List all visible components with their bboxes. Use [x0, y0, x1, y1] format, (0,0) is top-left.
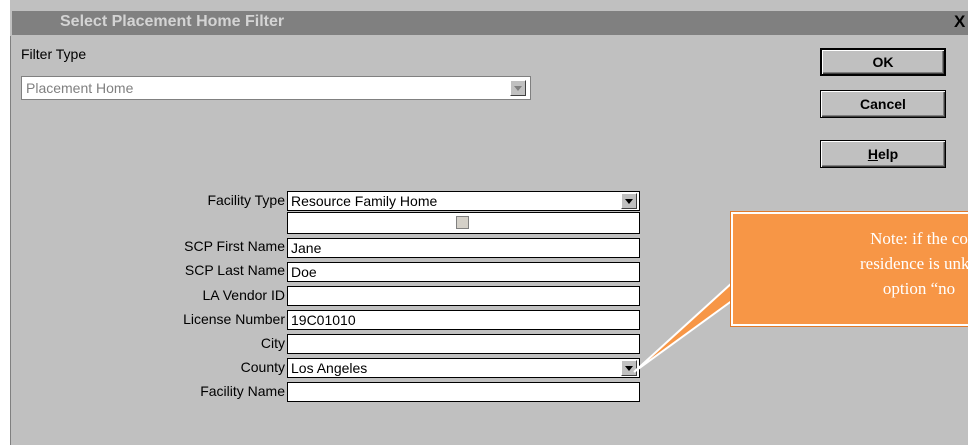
license-number-value: 19C01010	[291, 312, 356, 328]
city-field[interactable]	[287, 334, 640, 354]
license-number-field[interactable]: 19C01010	[287, 310, 640, 330]
county-value: Los Angeles	[291, 360, 368, 376]
chevron-down-icon[interactable]	[621, 360, 637, 376]
facility-type-label: Facility Type	[207, 192, 285, 208]
scp-first-name-field[interactable]: Jane	[287, 238, 640, 258]
la-vendor-id-field[interactable]	[287, 286, 640, 306]
callout-line: option “no	[882, 279, 956, 298]
title-bar: Select Placement Home Filter X	[12, 11, 968, 35]
help-label: Help	[867, 146, 899, 162]
filter-type-value: Placement Home	[26, 80, 134, 96]
license-number-label: License Number	[183, 311, 285, 327]
callout-text: Note: if the co residence is unkn option…	[733, 226, 968, 301]
scp-last-name-value: Doe	[291, 264, 317, 280]
cancel-button[interactable]: Cancel	[820, 90, 946, 118]
county-select[interactable]: Los Angeles	[287, 358, 640, 378]
window-left-border	[10, 36, 11, 445]
chevron-down-icon[interactable]	[510, 80, 526, 96]
window-title: Select Placement Home Filter	[60, 13, 285, 30]
checkbox[interactable]	[456, 216, 469, 229]
filter-type-label: Filter Type	[21, 46, 87, 62]
la-vendor-id-label: LA Vendor ID	[202, 287, 285, 303]
facility-name-label: Facility Name	[200, 383, 285, 399]
facility-type-select[interactable]: Resource Family Home	[287, 191, 640, 211]
scp-last-name-field[interactable]: Doe	[287, 262, 640, 282]
callout-line: Note: if the co	[870, 229, 968, 248]
checkbox-row	[287, 212, 640, 234]
facility-type-value: Resource Family Home	[291, 193, 438, 209]
chevron-down-icon[interactable]	[621, 193, 637, 209]
help-button[interactable]: Help	[820, 140, 946, 168]
facility-name-field[interactable]	[287, 382, 640, 402]
filter-type-select[interactable]: Placement Home	[21, 76, 531, 100]
window-left-margin	[0, 0, 10, 445]
callout-line: residence is unkn	[859, 254, 968, 273]
note-callout: Note: if the co residence is unkn option…	[731, 212, 968, 326]
scp-first-name-value: Jane	[291, 240, 322, 256]
scp-first-name-label: SCP First Name	[184, 238, 285, 254]
ok-button[interactable]: OK	[820, 48, 946, 76]
city-label: City	[260, 335, 285, 351]
dialog-window: Select Placement Home Filter X Filter Ty…	[0, 0, 968, 445]
close-icon[interactable]: X	[954, 11, 968, 33]
county-label: County	[240, 359, 285, 375]
scp-last-name-label: SCP Last Name	[184, 262, 285, 278]
